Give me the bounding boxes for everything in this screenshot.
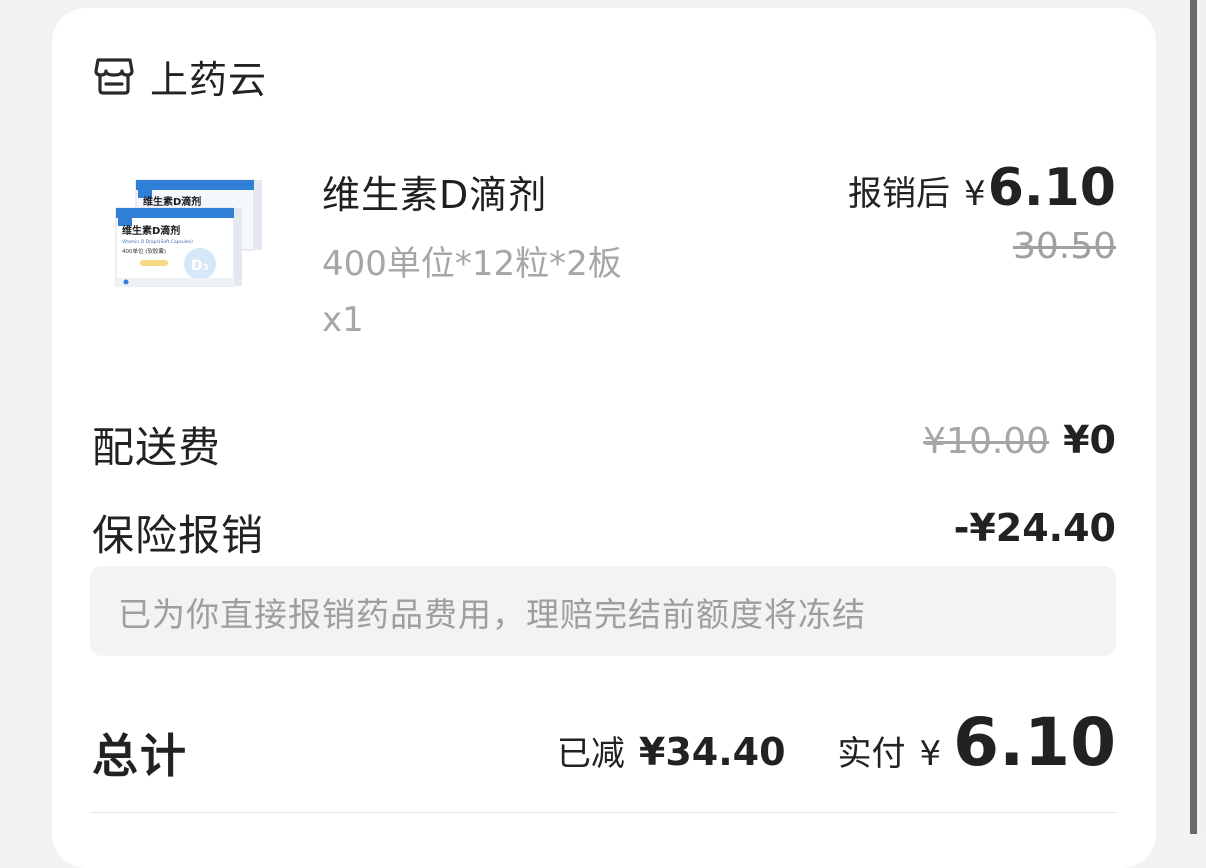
insurance-amount: -¥24.40 xyxy=(953,506,1116,550)
reduced-amount: ¥34.40 xyxy=(638,730,786,774)
product-spec: 400单位*12粒*2板 xyxy=(322,244,622,284)
delivery-fee-values: ¥10.00 ¥0 xyxy=(923,418,1116,462)
product-image[interactable]: 维生素D滴剂 维生素D滴剂 Vitamin D Drops(Soft Capsu… xyxy=(110,174,270,294)
store-icon xyxy=(94,58,134,95)
insurance-label: 保险报销 xyxy=(92,511,265,560)
insurance-notice-text: 已为你直接报销药品费用，理赔完结前额度将冻结 xyxy=(118,595,866,634)
product-quantity: x1 xyxy=(322,300,364,340)
paid-currency: ¥ xyxy=(919,734,942,774)
svg-text:400单位 (软胶囊): 400单位 (软胶囊) xyxy=(122,247,166,255)
store-header[interactable]: 上药云 xyxy=(92,48,267,104)
paid-label: 实付 xyxy=(837,734,906,774)
scrollbar-thumb[interactable] xyxy=(1190,0,1197,834)
svg-text:Vitamin D Drops(Soft Capsules): Vitamin D Drops(Soft Capsules) xyxy=(122,239,193,245)
delivery-fee-current: ¥0 xyxy=(1063,418,1116,462)
store-name: 上药云 xyxy=(150,57,268,102)
total-values: 已减 ¥34.40 实付 ¥ 6.10 xyxy=(557,704,1116,781)
divider xyxy=(90,812,1116,813)
scrollbar-track[interactable] xyxy=(1190,0,1206,834)
reimbursed-price: 报销后 ¥ 6.10 xyxy=(848,158,1116,218)
order-card: 上药云 维生素D滴剂 维生素D滴剂 Vitamin D Drops(Soft C… xyxy=(52,8,1156,868)
paid-amount: 6.10 xyxy=(953,704,1116,781)
reduced-label: 已减 xyxy=(556,734,625,774)
svg-text:维生素D滴剂: 维生素D滴剂 xyxy=(143,195,201,208)
product-name[interactable]: 维生素D滴剂 xyxy=(322,164,547,219)
delivery-fee-label: 配送费 xyxy=(92,423,222,472)
delivery-fee-original: ¥10.00 xyxy=(923,421,1050,462)
reimbursed-price-amount: 6.10 xyxy=(987,158,1116,218)
svg-text:D₃: D₃ xyxy=(191,258,209,274)
reimbursed-price-label: 报销后 xyxy=(848,174,951,214)
original-price: 30.50 xyxy=(1012,226,1116,267)
insurance-notice: 已为你直接报销药品费用，理赔完结前额度将冻结 xyxy=(90,566,1116,656)
svg-text:维生素D滴剂: 维生素D滴剂 xyxy=(122,224,180,237)
total-label: 总计 xyxy=(92,729,188,783)
reimbursed-price-currency: ¥ xyxy=(964,174,986,214)
